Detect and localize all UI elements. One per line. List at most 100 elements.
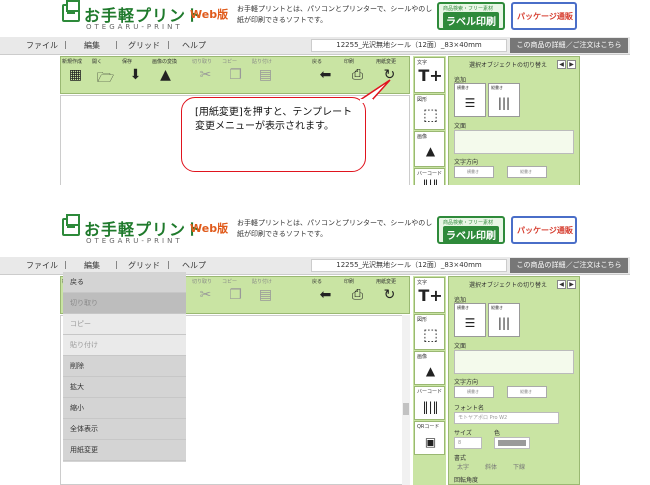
image-convert-button[interactable]: 画像の変換 ▲ <box>151 57 180 93</box>
print-button[interactable]: 印刷 ⎙ <box>343 277 372 313</box>
copy-button[interactable]: コピー ❐ <box>221 57 250 93</box>
menu-file[interactable]: ファイル <box>26 40 58 51</box>
package-banner[interactable]: パッケージ通販 <box>511 2 577 30</box>
context-paste: 貼り付け <box>63 335 186 356</box>
copy-button[interactable]: コピー ❐ <box>221 277 250 313</box>
size-input[interactable]: 8 <box>454 437 482 449</box>
back-button[interactable]: 戻る ⬅ <box>311 57 340 93</box>
banner-text: ラベル印刷 <box>443 12 499 29</box>
context-zoom-in[interactable]: 拡大 <box>63 377 186 398</box>
horizontal-label: 横書き <box>457 305 469 310</box>
tab-qr[interactable]: QRコード ▣ <box>414 421 445 455</box>
tab-barcode-label: バーコード <box>417 389 443 395</box>
menu-bar: ファイル | 編集 | グリッド | ヘルプ 12255_光沢無地シール（12面… <box>0 37 630 55</box>
save-button[interactable]: 保存 ⬇ <box>121 57 150 93</box>
banner-text: ラベル印刷 <box>443 226 499 243</box>
add-vertical-button[interactable]: 縦書き ||| <box>488 83 520 117</box>
detail-button[interactable]: この商品の詳細／ご注文はこちら <box>510 38 628 53</box>
tab-text[interactable]: 文字 T+ <box>414 277 445 313</box>
canvas-scrollbar[interactable] <box>402 315 410 485</box>
detail-button[interactable]: この商品の詳細／ご注文はこちら <box>510 258 628 273</box>
menu-edit[interactable]: 編集 <box>84 260 100 271</box>
package-banner[interactable]: パッケージ通販 <box>511 216 577 244</box>
tab-shape[interactable]: 図形 ⬚ <box>414 314 445 350</box>
tab-shape-label: 図形 <box>417 317 428 323</box>
tab-barcode[interactable]: バーコード ‖|‖ <box>414 168 445 185</box>
print-label: 印刷 <box>344 59 355 65</box>
header: お手軽プリント Web版 OTEGARU-PRINT お手軽プリントとは、パソコ… <box>0 214 650 250</box>
direction-horizontal[interactable]: 横書き <box>454 166 494 178</box>
menu-separator: | <box>64 260 67 269</box>
menu-help[interactable]: ヘルプ <box>182 260 206 271</box>
paste-icon: ▤ <box>258 287 273 303</box>
cut-button[interactable]: 切り取り ✂ <box>191 57 220 93</box>
menu-grid[interactable]: グリッド <box>128 40 160 51</box>
prev-object-button[interactable]: ◀ <box>557 60 566 69</box>
direction-vertical[interactable]: 縦書き <box>507 386 547 398</box>
barcode-icon: ‖|‖ <box>422 400 439 414</box>
text-input[interactable] <box>454 130 574 154</box>
next-object-button[interactable]: ▶ <box>567 280 576 289</box>
size-label: サイズ <box>454 430 472 437</box>
copy-label: コピー <box>222 59 238 65</box>
context-zoom-out[interactable]: 縮小 <box>63 398 186 419</box>
direction-label: 文字方向 <box>454 159 479 166</box>
text-label: 文面 <box>454 343 467 350</box>
label-print-banner[interactable]: 商品検索・フリー素材 ラベル印刷 <box>437 216 505 244</box>
scrollbar-thumb[interactable] <box>403 403 409 415</box>
context-delete[interactable]: 削除 <box>63 356 186 377</box>
change-label: 用紙変更 <box>376 59 397 65</box>
app-logo[interactable]: お手軽プリント Web版 OTEGARU-PRINT <box>62 214 232 246</box>
cut-button[interactable]: 切り取り ✂ <box>191 277 220 313</box>
context-back[interactable]: 戻る <box>63 272 186 293</box>
tab-image[interactable]: 画像 ▲ <box>414 131 445 167</box>
back-button[interactable]: 戻る ⬅ <box>311 277 340 313</box>
banner-pkg-text: パッケージ通販 <box>517 12 573 21</box>
bold-checkbox[interactable]: 太字 <box>457 462 469 471</box>
new-button[interactable]: 新規作成 ▦ <box>61 57 90 93</box>
next-object-button[interactable]: ▶ <box>567 60 576 69</box>
horizontal-lines-icon: ☰ <box>464 96 476 110</box>
vertical-label: 縦書き <box>491 305 503 310</box>
menu-separator: | <box>64 40 67 49</box>
printer-icon <box>62 214 80 236</box>
arrow-left-icon: ⬅ <box>319 67 332 83</box>
banner-pkg-text: パッケージ通販 <box>517 226 573 235</box>
copy-label: コピー <box>222 279 238 285</box>
tab-image[interactable]: 画像 ▲ <box>414 351 445 385</box>
context-paper-change[interactable]: 用紙変更 <box>63 440 186 461</box>
paste-button[interactable]: 貼り付け ▤ <box>251 57 280 93</box>
app-logo[interactable]: お手軽プリント Web版 OTEGARU-PRINT <box>62 0 232 32</box>
menu-grid[interactable]: グリッド <box>128 260 160 271</box>
prev-object-button[interactable]: ◀ <box>557 280 566 289</box>
menu-separator: | <box>167 260 170 269</box>
underline-checkbox[interactable]: 下線 <box>513 462 525 471</box>
tab-barcode[interactable]: バーコード ‖|‖ <box>414 386 445 420</box>
paste-button[interactable]: 貼り付け ▤ <box>251 277 280 313</box>
app-title-suffix: Web版 <box>190 8 229 21</box>
paper-change-button[interactable]: 用紙変更 ↻ <box>375 277 404 313</box>
direction-vertical[interactable]: 縦書き <box>507 166 547 178</box>
text-add-icon: T+ <box>418 66 443 85</box>
label-print-banner[interactable]: 商品検索・フリー素材 ラベル印刷 <box>437 2 505 30</box>
direction-horizontal[interactable]: 横書き <box>454 386 494 398</box>
add-horizontal-button[interactable]: 横書き ☰ <box>454 303 486 337</box>
back-label: 戻る <box>312 59 323 65</box>
image-icon: ▲ <box>425 144 436 158</box>
open-button[interactable]: 開く 🗁 <box>91 57 120 93</box>
context-fit-all[interactable]: 全体表示 <box>63 419 186 440</box>
menu-edit[interactable]: 編集 <box>84 40 100 51</box>
italic-checkbox[interactable]: 斜体 <box>485 462 497 471</box>
cut-label: 切り取り <box>192 59 213 65</box>
font-select[interactable]: モトヤアポロ Pro W2 <box>454 412 559 424</box>
add-horizontal-button[interactable]: 横書き ☰ <box>454 83 486 117</box>
tab-shape[interactable]: 図形 ⬚ <box>414 94 445 130</box>
paste-label: 貼り付け <box>252 59 273 65</box>
color-picker[interactable] <box>494 437 530 449</box>
add-vertical-button[interactable]: 縦書き ||| <box>488 303 520 337</box>
menu-help[interactable]: ヘルプ <box>182 40 206 51</box>
tab-text[interactable]: 文字 T+ <box>414 57 445 93</box>
horizontal-label: 横書き <box>457 85 469 90</box>
text-input[interactable] <box>454 350 574 374</box>
menu-file[interactable]: ファイル <box>26 260 58 271</box>
